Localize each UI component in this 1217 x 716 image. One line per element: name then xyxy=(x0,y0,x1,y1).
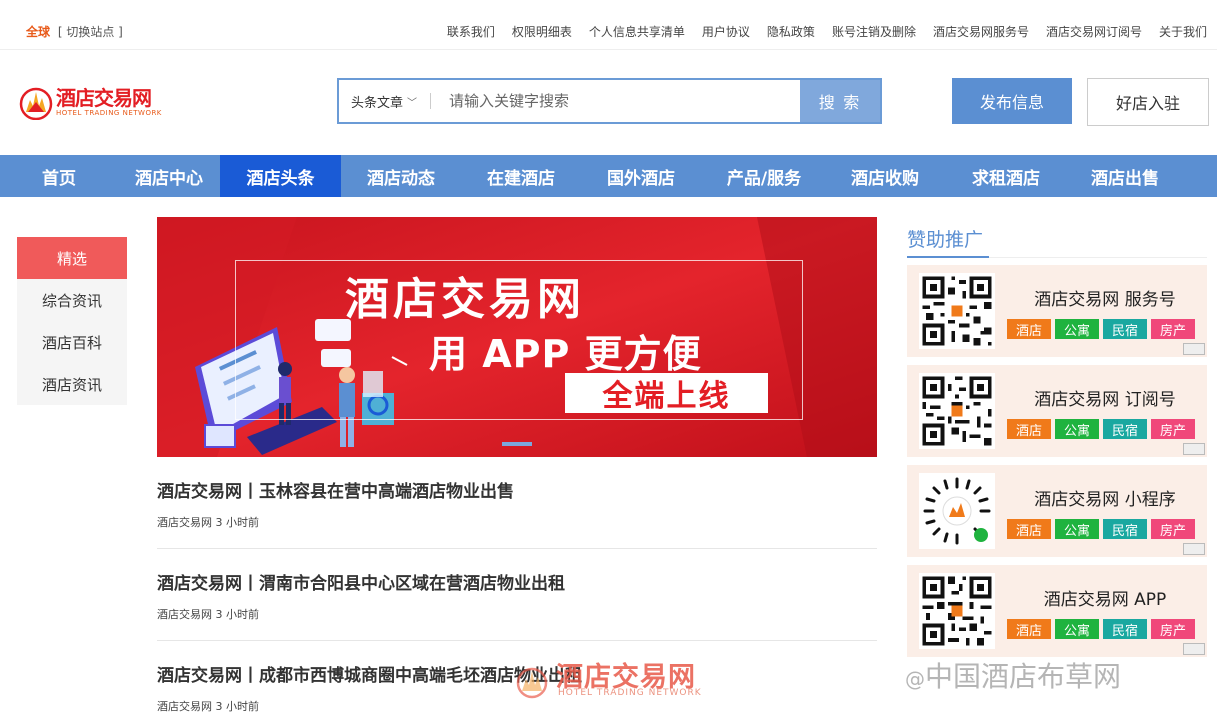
nav-home[interactable]: 首页 xyxy=(0,155,118,197)
tag-apartment: 公寓 xyxy=(1055,519,1099,539)
main-nav: 首页 酒店中心 酒店头条 酒店动态 在建酒店 国外酒店 产品/服务 酒店收购 求… xyxy=(0,155,1217,197)
banner-subheadline: 用 APP 更方便 xyxy=(429,332,702,376)
sponsor-card-title: 酒店交易网 小程序 xyxy=(1034,490,1176,510)
search-category-select[interactable]: 头条文章 ﹀ xyxy=(339,80,435,122)
region-label[interactable]: 全球 xyxy=(26,25,50,39)
nav-hotel-for-sale[interactable]: 酒店出售 xyxy=(1069,155,1181,197)
chevron-down-icon: ﹀ xyxy=(407,97,418,109)
tag-homestay: 民宿 xyxy=(1103,319,1147,339)
tag-apartment: 公寓 xyxy=(1055,619,1099,639)
sponsor-divider xyxy=(907,256,1207,258)
article-meta: 酒店交易网 3 小时前 xyxy=(157,516,259,529)
sponsor-card-service-account[interactable]: 酒店交易网 服务号 酒店 公寓 民宿 房产 xyxy=(907,265,1207,357)
tag-homestay: 民宿 xyxy=(1103,519,1147,539)
top-link-service-account[interactable]: 酒店交易网服务号 xyxy=(933,23,1029,40)
article-meta: 酒店交易网 3 小时前 xyxy=(157,700,259,713)
banner-headline: 酒店交易网 xyxy=(345,274,585,325)
tag-hotel: 酒店 xyxy=(1007,319,1051,339)
search-bar: 头条文章 ﹀ 搜 索 xyxy=(337,78,882,124)
list-item[interactable]: 酒店交易网丨玉林容县在营中高端酒店物业出售 酒店交易网 3 小时前 xyxy=(157,457,877,549)
top-link-user-agreement[interactable]: 用户协议 xyxy=(702,23,750,40)
site-switcher: 全球 [ 切换站点 ] xyxy=(26,23,123,40)
watermark-logo-subtext: HOTEL TRADING NETWORK xyxy=(558,688,702,698)
qr-code-icon xyxy=(919,573,995,649)
logo-subtext: HOTEL TRADING NETWORK xyxy=(56,108,162,117)
switch-site-link[interactable]: [ 切换站点 ] xyxy=(58,25,123,39)
store-join-button[interactable]: 好店入驻 xyxy=(1087,78,1209,126)
watermark-prefix: @ xyxy=(905,667,925,691)
nav-hotel-headlines[interactable]: 酒店头条 xyxy=(220,155,341,197)
watermark-logo: 酒店交易网 HOTEL TRADING NETWORK xyxy=(512,655,712,705)
top-links: 联系我们 权限明细表 个人信息共享清单 用户协议 隐私政策 账号注销及删除 酒店… xyxy=(447,23,1207,40)
logo-text: 酒店交易网 xyxy=(56,85,152,110)
top-link-subscription-account[interactable]: 酒店交易网订阅号 xyxy=(1046,23,1142,40)
list-item[interactable]: 酒店交易网丨渭南市合阳县中心区域在营酒店物业出租 酒店交易网 3 小时前 xyxy=(157,549,877,641)
nav-hotel-rent-wanted[interactable]: 求租酒店 xyxy=(943,155,1069,197)
sidebar-item-hotel-news[interactable]: 酒店资讯 xyxy=(17,363,127,405)
tag-hotel: 酒店 xyxy=(1007,419,1051,439)
ad-badge-icon xyxy=(1183,543,1205,555)
search-button[interactable]: 搜 索 xyxy=(800,80,880,122)
qr-code-icon xyxy=(919,273,995,349)
tag-property: 房产 xyxy=(1151,419,1195,439)
sponsor-card-app[interactable]: 酒店交易网 APP 酒店 公寓 民宿 房产 xyxy=(907,565,1207,657)
tag-apartment: 公寓 xyxy=(1055,419,1099,439)
sponsor-card-mini-program[interactable]: 酒店交易网 小程序 酒店 公寓 民宿 房产 xyxy=(907,465,1207,557)
promo-banner[interactable]: 酒店交易网 用 APP 更方便 全端上线 xyxy=(157,217,877,457)
top-link-permissions[interactable]: 权限明细表 xyxy=(512,23,572,40)
qr-code-icon xyxy=(919,373,995,449)
category-sidebar: 精选 综合资讯 酒店百科 酒店资讯 xyxy=(17,237,127,405)
tag-apartment: 公寓 xyxy=(1055,319,1099,339)
site-logo[interactable]: 酒店交易网 HOTEL TRADING NETWORK xyxy=(18,82,173,122)
tag-property: 房产 xyxy=(1151,519,1195,539)
watermark-label: 中国酒店布草网 xyxy=(925,660,1122,693)
mini-program-code-icon xyxy=(919,473,995,549)
tag-homestay: 民宿 xyxy=(1103,419,1147,439)
logo-mark-icon xyxy=(19,87,53,120)
article-meta: 酒店交易网 3 小时前 xyxy=(157,608,259,621)
nav-under-construction[interactable]: 在建酒店 xyxy=(461,155,581,197)
sponsor-card-title: 酒店交易网 订阅号 xyxy=(1034,390,1176,410)
ad-badge-icon xyxy=(1183,343,1205,355)
sponsor-section-title: 赞助推广 xyxy=(907,229,984,251)
watermark-text: @中国酒店布草网 xyxy=(905,655,1121,695)
tag-hotel: 酒店 xyxy=(1007,619,1051,639)
nav-products-services[interactable]: 产品/服务 xyxy=(701,155,827,197)
nav-overseas-hotels[interactable]: 国外酒店 xyxy=(581,155,701,197)
ad-badge-icon xyxy=(1183,443,1205,455)
nav-hotel-acquisition[interactable]: 酒店收购 xyxy=(827,155,943,197)
tag-hotel: 酒店 xyxy=(1007,519,1051,539)
sidebar-item-hotel-wiki[interactable]: 酒店百科 xyxy=(17,321,127,363)
sidebar-item-featured[interactable]: 精选 xyxy=(17,237,127,279)
top-link-account-deletion[interactable]: 账号注销及删除 xyxy=(832,23,916,40)
article-title[interactable]: 酒店交易网丨玉林容县在营中高端酒店物业出售 xyxy=(157,477,514,502)
watermark-logo-icon xyxy=(516,667,548,699)
top-bar: 全球 [ 切换站点 ] 联系我们 权限明细表 个人信息共享清单 用户协议 隐私政… xyxy=(0,0,1217,50)
top-link-about[interactable]: 关于我们 xyxy=(1159,23,1207,40)
top-link-info-sharing[interactable]: 个人信息共享清单 xyxy=(589,23,685,40)
nav-hotel-center[interactable]: 酒店中心 xyxy=(118,155,220,197)
publish-info-button[interactable]: 发布信息 xyxy=(952,78,1072,124)
search-input[interactable] xyxy=(435,80,800,122)
carousel-indicator[interactable] xyxy=(502,442,532,446)
tag-property: 房产 xyxy=(1151,619,1195,639)
search-category-label: 头条文章 xyxy=(351,95,404,111)
banner-tagline: 全端上线 xyxy=(565,373,768,414)
sponsor-card-subscription-account[interactable]: 酒店交易网 订阅号 酒店 公寓 民宿 房产 xyxy=(907,365,1207,457)
tag-homestay: 民宿 xyxy=(1103,619,1147,639)
tag-property: 房产 xyxy=(1151,319,1195,339)
top-link-privacy[interactable]: 隐私政策 xyxy=(767,23,815,40)
top-link-contact[interactable]: 联系我们 xyxy=(447,23,495,40)
sponsor-card-title: 酒店交易网 APP xyxy=(1043,590,1167,610)
ad-badge-icon xyxy=(1183,643,1205,655)
sidebar-item-general-news[interactable]: 综合资讯 xyxy=(17,279,127,321)
article-title[interactable]: 酒店交易网丨渭南市合阳县中心区域在营酒店物业出租 xyxy=(157,569,565,594)
nav-hotel-news[interactable]: 酒店动态 xyxy=(341,155,461,197)
sponsor-card-title: 酒店交易网 服务号 xyxy=(1034,290,1176,310)
